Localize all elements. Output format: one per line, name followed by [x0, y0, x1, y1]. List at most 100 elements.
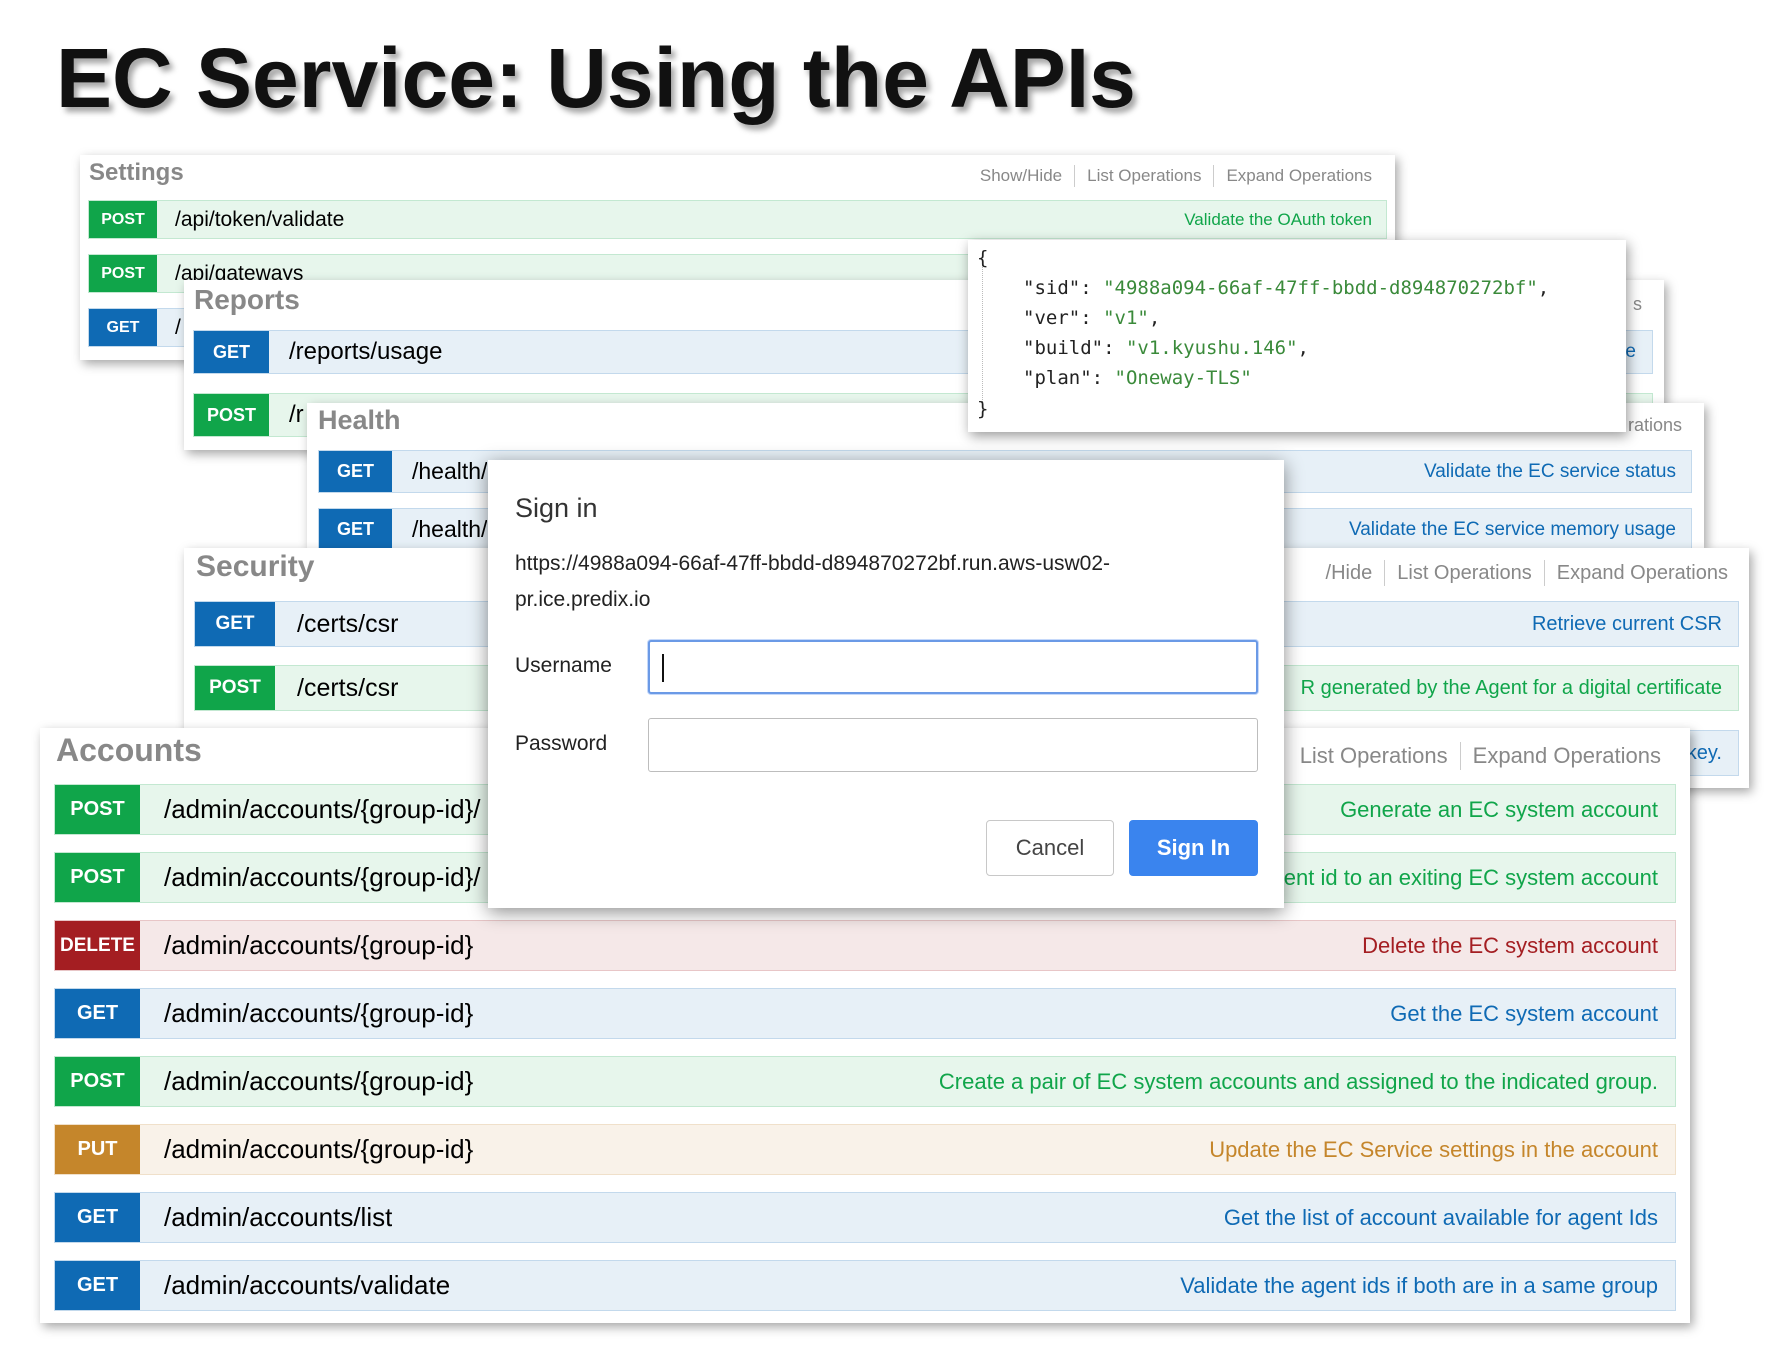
method-badge: GET	[55, 1193, 140, 1242]
operation-path[interactable]: /certs/csr	[297, 610, 398, 639]
operation-row[interactable]: PUT /admin/accounts/{group-id} Update th…	[54, 1124, 1676, 1175]
operation-path[interactable]: /admin/accounts/{group-id}	[164, 998, 473, 1029]
operation-path[interactable]: /admin/accounts/{group-id}/	[164, 794, 481, 825]
operation-row[interactable]: POST /admin/accounts/{group-id} Create a…	[54, 1056, 1676, 1107]
dialog-url-line: https://4988a094-66af-47ff-bbdd-d8948702…	[515, 552, 1111, 575]
operation-row[interactable]: DELETE /admin/accounts/{group-id} Delete…	[54, 920, 1676, 971]
operation-description: Generate an EC system account	[1340, 796, 1658, 822]
operation-description: Retrieve current CSR	[1531, 612, 1722, 635]
json-key: "ver":	[1023, 307, 1104, 329]
operation-path[interactable]: /api/token/validate	[175, 208, 344, 232]
method-badge: GET	[89, 309, 157, 346]
operation-description: Get the EC system account	[1390, 1000, 1658, 1026]
json-key: "build":	[1023, 337, 1126, 359]
security-links: /Hide List Operations Expand Operations	[1326, 560, 1728, 586]
sign-in-button[interactable]: Sign In	[1129, 820, 1258, 876]
operation-path[interactable]: /admin/accounts/{group-id}	[164, 1134, 473, 1165]
operation-path[interactable]: /r	[289, 401, 304, 429]
json-entry: "ver": "v1",	[1023, 307, 1160, 329]
method-badge: POST	[89, 201, 157, 238]
operation-path[interactable]: /certs/csr	[297, 674, 398, 703]
operation-description: Update the EC Service settings in the ac…	[1209, 1136, 1658, 1162]
link-separator	[1213, 165, 1215, 187]
json-key: "plan":	[1023, 367, 1115, 389]
operation-row[interactable]: GET /admin/accounts/validate Validate th…	[54, 1260, 1676, 1311]
operation-description: key.	[1686, 741, 1722, 764]
method-badge: POST	[55, 785, 140, 834]
list-operations-link[interactable]: List Operations	[1087, 166, 1201, 186]
operation-description: e	[1625, 341, 1636, 362]
json-entry: "build": "v1.kyushu.146",	[1023, 337, 1309, 359]
method-badge: POST	[89, 255, 157, 292]
operation-path[interactable]: /reports/usage	[289, 338, 442, 366]
list-operations-link[interactable]: List Operations	[1300, 743, 1448, 769]
operation-path[interactable]: /admin/accounts/validate	[164, 1270, 450, 1301]
json-comma: ,	[1297, 337, 1309, 359]
security-title: Security	[196, 550, 315, 583]
operation-path[interactable]: /admin/accounts/list	[164, 1202, 392, 1233]
expand-operations-link[interactable]: rations	[1628, 415, 1682, 436]
operation-row[interactable]: GET /admin/accounts/{group-id} Get the E…	[54, 988, 1676, 1039]
method-badge: POST	[195, 666, 275, 710]
cancel-button[interactable]: Cancel	[986, 820, 1114, 876]
accounts-title: Accounts	[56, 732, 202, 768]
json-value: "v1"	[1103, 307, 1149, 329]
operation-path[interactable]: /admin/accounts/{group-id}	[164, 1066, 473, 1097]
settings-links: Show/Hide List Operations Expand Operati…	[980, 165, 1372, 187]
expand-operations-link[interactable]: Expand Operations	[1557, 562, 1728, 585]
username-input[interactable]	[648, 640, 1258, 694]
method-badge: GET	[194, 331, 269, 373]
operation-description: Get the list of account available for ag…	[1223, 1204, 1658, 1230]
method-badge: GET	[55, 989, 140, 1038]
method-badge: GET	[319, 451, 392, 492]
list-operations-link[interactable]: List Operations	[1397, 562, 1532, 585]
show-hide-link[interactable]: Show/Hide	[980, 166, 1062, 186]
sign-in-dialog: Sign in https://4988a094-66af-47ff-bbdd-…	[488, 460, 1284, 908]
method-badge: GET	[195, 602, 275, 646]
slide-title: EC Service: Using the APIs	[56, 31, 1136, 125]
operation-description: Validate the EC service status	[1423, 460, 1676, 482]
username-label: Username	[515, 654, 612, 677]
operation-path[interactable]: /	[175, 316, 181, 340]
method-badge: GET	[319, 509, 392, 548]
json-response-popup: { "sid": "4988a094-66af-47ff-bbdd-d89487…	[968, 240, 1626, 432]
password-label: Password	[515, 732, 608, 755]
reports-title: Reports	[194, 284, 300, 315]
show-hide-link[interactable]: /Hide	[1326, 562, 1373, 585]
dialog-url: https://4988a094-66af-47ff-bbdd-d8948702…	[515, 546, 1235, 618]
json-close-brace: }	[977, 398, 989, 420]
operation-path[interactable]: /health/	[412, 458, 487, 485]
expand-operations-link[interactable]: Expand Operations	[1226, 166, 1372, 186]
json-key: "sid":	[1023, 277, 1104, 299]
operation-row[interactable]: GET /admin/accounts/list Get the list of…	[54, 1192, 1676, 1243]
settings-title: Settings	[89, 159, 184, 186]
expand-operations-link[interactable]: Expand Operations	[1473, 743, 1661, 769]
expand-operations-link[interactable]: s	[1633, 294, 1642, 315]
operation-path[interactable]: /admin/accounts/{group-id}	[164, 930, 473, 961]
link-separator	[1384, 560, 1386, 586]
operation-path[interactable]: /admin/accounts/{group-id}/	[164, 862, 481, 893]
password-input[interactable]	[648, 718, 1258, 772]
json-open-brace: {	[977, 247, 989, 269]
operation-description: ent id to an exiting EC system account	[1283, 864, 1658, 890]
operation-description: Delete the EC system account	[1362, 932, 1658, 958]
method-badge: POST	[55, 853, 140, 902]
operation-description: Create a pair of EC system accounts and …	[938, 1068, 1658, 1094]
health-title: Health	[318, 405, 401, 435]
operation-row[interactable]: POST /api/token/validate Validate the OA…	[88, 200, 1387, 239]
dialog-url-line: pr.ice.predix.io	[515, 588, 651, 611]
operation-description: Validate the agent ids if both are in a …	[1180, 1272, 1658, 1298]
health-links: rations	[1628, 415, 1682, 436]
indent-guide	[982, 262, 984, 410]
accounts-links: List Operations Expand Operations	[1300, 742, 1661, 770]
dialog-title: Sign in	[515, 493, 598, 523]
method-badge: POST	[194, 394, 269, 436]
link-separator	[1459, 742, 1461, 770]
json-comma: ,	[1148, 307, 1161, 329]
operation-description: Validate the OAuth token	[1184, 209, 1372, 229]
operation-description: R generated by the Agent for a digital c…	[1300, 676, 1722, 699]
json-value: "4988a094-66af-47ff-bbdd-d894870272bf"	[1103, 277, 1538, 299]
operation-path[interactable]: /health/	[412, 516, 487, 543]
operation-description: Validate the EC service memory usage	[1348, 518, 1676, 540]
method-badge: POST	[55, 1057, 140, 1106]
